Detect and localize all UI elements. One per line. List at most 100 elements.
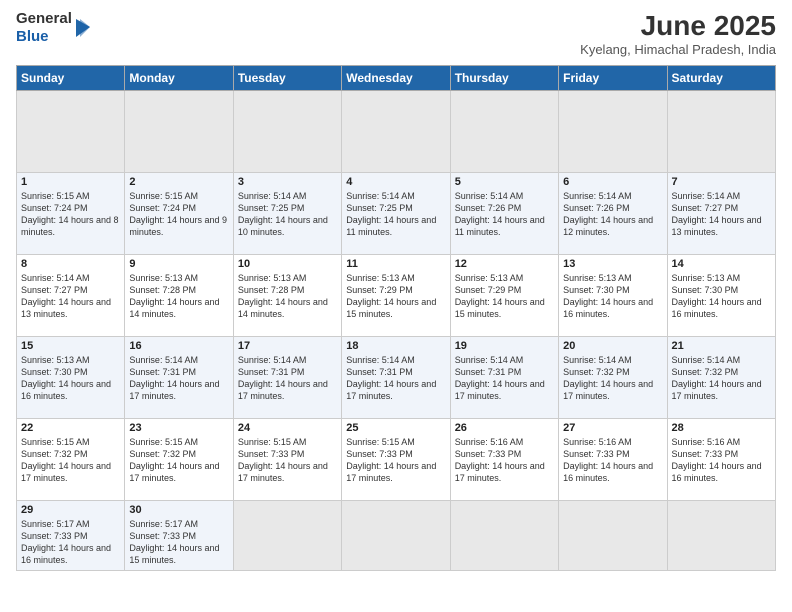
day-number: 5 [455,176,554,188]
table-cell [559,91,667,173]
day-number: 16 [129,340,228,352]
table-cell: 9 Sunrise: 5:13 AMSunset: 7:28 PMDaylight… [125,255,233,337]
table-cell: 6Sunrise: 5:14 AMSunset: 7:26 PMDaylight… [559,173,667,255]
table-cell [667,91,775,173]
day-info: Sunrise: 5:15 AMSunset: 7:32 PMDaylight:… [129,436,228,485]
table-cell [667,501,775,571]
table-cell [450,501,558,571]
day-info: Sunrise: 5:13 AMSunset: 7:28 PMDaylight:… [238,272,337,321]
col-friday: Friday [559,66,667,91]
table-cell: 30Sunrise: 5:17 AMSunset: 7:33 PMDayligh… [125,501,233,571]
day-info: Sunrise: 5:14 AMSunset: 7:26 PMDaylight:… [455,190,554,239]
table-cell: 29 Sunrise: 5:17 AMSunset: 7:33 PMDayligh… [17,501,125,571]
table-cell: 5 Sunrise: 5:14 AMSunset: 7:26 PMDaylight… [450,173,558,255]
day-number: 27 [563,422,662,434]
day-info: Sunrise: 5:13 AMSunset: 7:30 PMDaylight:… [563,272,662,321]
day-number: 21 [672,340,771,352]
day-info: Sunrise: 5:17 AMSunset: 7:33 PMDaylight:… [21,518,120,567]
table-cell: 18 Sunrise: 5:14 AMSunset: 7:31 PMDayligh… [342,337,450,419]
col-tuesday: Tuesday [233,66,341,91]
table-cell: 1Sunrise: 5:15 AMSunset: 7:24 PMDaylight… [17,173,125,255]
day-number: 19 [455,340,554,352]
table-cell [450,91,558,173]
col-monday: Monday [125,66,233,91]
day-info: Sunrise: 5:14 AMSunset: 7:25 PMDaylight:… [346,190,445,239]
table-cell [233,501,341,571]
day-number: 25 [346,422,445,434]
day-number: 18 [346,340,445,352]
table-cell: 24Sunrise: 5:15 AMSunset: 7:33 PMDayligh… [233,419,341,501]
table-cell [559,501,667,571]
table-cell: 25 Sunrise: 5:15 AMSunset: 7:33 PMDayligh… [342,419,450,501]
table-cell: 19Sunrise: 5:14 AMSunset: 7:31 PMDayligh… [450,337,558,419]
day-info: Sunrise: 5:13 AMSunset: 7:29 PMDaylight:… [346,272,445,321]
logo-blue: Blue [16,28,49,45]
table-cell: 10 Sunrise: 5:13 AMSunset: 7:28 PMDayligh… [233,255,341,337]
table-cell: 28 Sunrise: 5:16 AMSunset: 7:33 PMDayligh… [667,419,775,501]
day-number: 17 [238,340,337,352]
day-info: Sunrise: 5:14 AMSunset: 7:31 PMDaylight:… [346,354,445,403]
table-cell: 21Sunrise: 5:14 AMSunset: 7:32 PMDayligh… [667,337,775,419]
day-info: Sunrise: 5:15 AMSunset: 7:24 PMDaylight:… [129,190,228,239]
page-header: General Blue June 2025 Kyelang, Himachal… [16,10,776,57]
col-saturday: Saturday [667,66,775,91]
calendar-table: Sunday Monday Tuesday Wednesday Thursday… [16,65,776,571]
table-cell: 2 Sunrise: 5:15 AMSunset: 7:24 PMDaylight… [125,173,233,255]
day-number: 9 [129,258,228,270]
day-number: 4 [346,176,445,188]
table-cell: 15Sunrise: 5:13 AMSunset: 7:30 PMDayligh… [17,337,125,419]
table-cell: 12 Sunrise: 5:13 AMSunset: 7:29 PMDayligh… [450,255,558,337]
location: Kyelang, Himachal Pradesh, India [580,42,776,57]
day-number: 15 [21,340,120,352]
day-number: 28 [672,422,771,434]
day-info: Sunrise: 5:13 AMSunset: 7:30 PMDaylight:… [672,272,771,321]
table-cell [342,501,450,571]
day-info: Sunrise: 5:16 AMSunset: 7:33 PMDaylight:… [672,436,771,485]
table-cell: 8 Sunrise: 5:14 AMSunset: 7:27 PMDaylight… [17,255,125,337]
day-number: 20 [563,340,662,352]
table-cell: 22Sunrise: 5:15 AMSunset: 7:32 PMDayligh… [17,419,125,501]
day-number: 2 [129,176,228,188]
day-info: Sunrise: 5:14 AMSunset: 7:31 PMDaylight:… [238,354,337,403]
day-info: Sunrise: 5:13 AMSunset: 7:29 PMDaylight:… [455,272,554,321]
calendar-header-row: Sunday Monday Tuesday Wednesday Thursday… [17,66,776,91]
day-number: 29 [21,504,120,516]
day-info: Sunrise: 5:14 AMSunset: 7:26 PMDaylight:… [563,190,662,239]
calendar-page: General Blue June 2025 Kyelang, Himachal… [0,0,792,612]
day-info: Sunrise: 5:15 AMSunset: 7:33 PMDaylight:… [346,436,445,485]
table-cell [233,91,341,173]
day-number: 7 [672,176,771,188]
day-number: 23 [129,422,228,434]
day-info: Sunrise: 5:14 AMSunset: 7:31 PMDaylight:… [129,354,228,403]
table-cell [17,91,125,173]
month-title: June 2025 [580,10,776,42]
day-info: Sunrise: 5:16 AMSunset: 7:33 PMDaylight:… [455,436,554,485]
col-wednesday: Wednesday [342,66,450,91]
table-cell [342,91,450,173]
day-number: 26 [455,422,554,434]
day-number: 8 [21,258,120,270]
day-info: Sunrise: 5:16 AMSunset: 7:33 PMDaylight:… [563,436,662,485]
table-cell: 27 Sunrise: 5:16 AMSunset: 7:33 PMDayligh… [559,419,667,501]
table-cell: 4 Sunrise: 5:14 AMSunset: 7:25 PMDaylight… [342,173,450,255]
day-info: Sunrise: 5:14 AMSunset: 7:25 PMDaylight:… [238,190,337,239]
table-cell [125,91,233,173]
day-info: Sunrise: 5:13 AMSunset: 7:28 PMDaylight:… [129,272,228,321]
day-number: 10 [238,258,337,270]
day-info: Sunrise: 5:14 AMSunset: 7:27 PMDaylight:… [21,272,120,321]
col-thursday: Thursday [450,66,558,91]
day-number: 24 [238,422,337,434]
day-number: 3 [238,176,337,188]
table-cell: 7 Sunrise: 5:14 AMSunset: 7:27 PMDaylight… [667,173,775,255]
day-info: Sunrise: 5:14 AMSunset: 7:27 PMDaylight:… [672,190,771,239]
day-number: 30 [129,504,228,516]
logo: General Blue [16,10,92,46]
logo-text: General Blue [16,10,72,46]
day-number: 22 [21,422,120,434]
table-cell: 23 Sunrise: 5:15 AMSunset: 7:32 PMDayligh… [125,419,233,501]
table-cell: 26 Sunrise: 5:16 AMSunset: 7:33 PMDayligh… [450,419,558,501]
table-cell: 3 Sunrise: 5:14 AMSunset: 7:25 PMDaylight… [233,173,341,255]
day-number: 12 [455,258,554,270]
day-number: 14 [672,258,771,270]
table-cell: 16 Sunrise: 5:14 AMSunset: 7:31 PMDayligh… [125,337,233,419]
